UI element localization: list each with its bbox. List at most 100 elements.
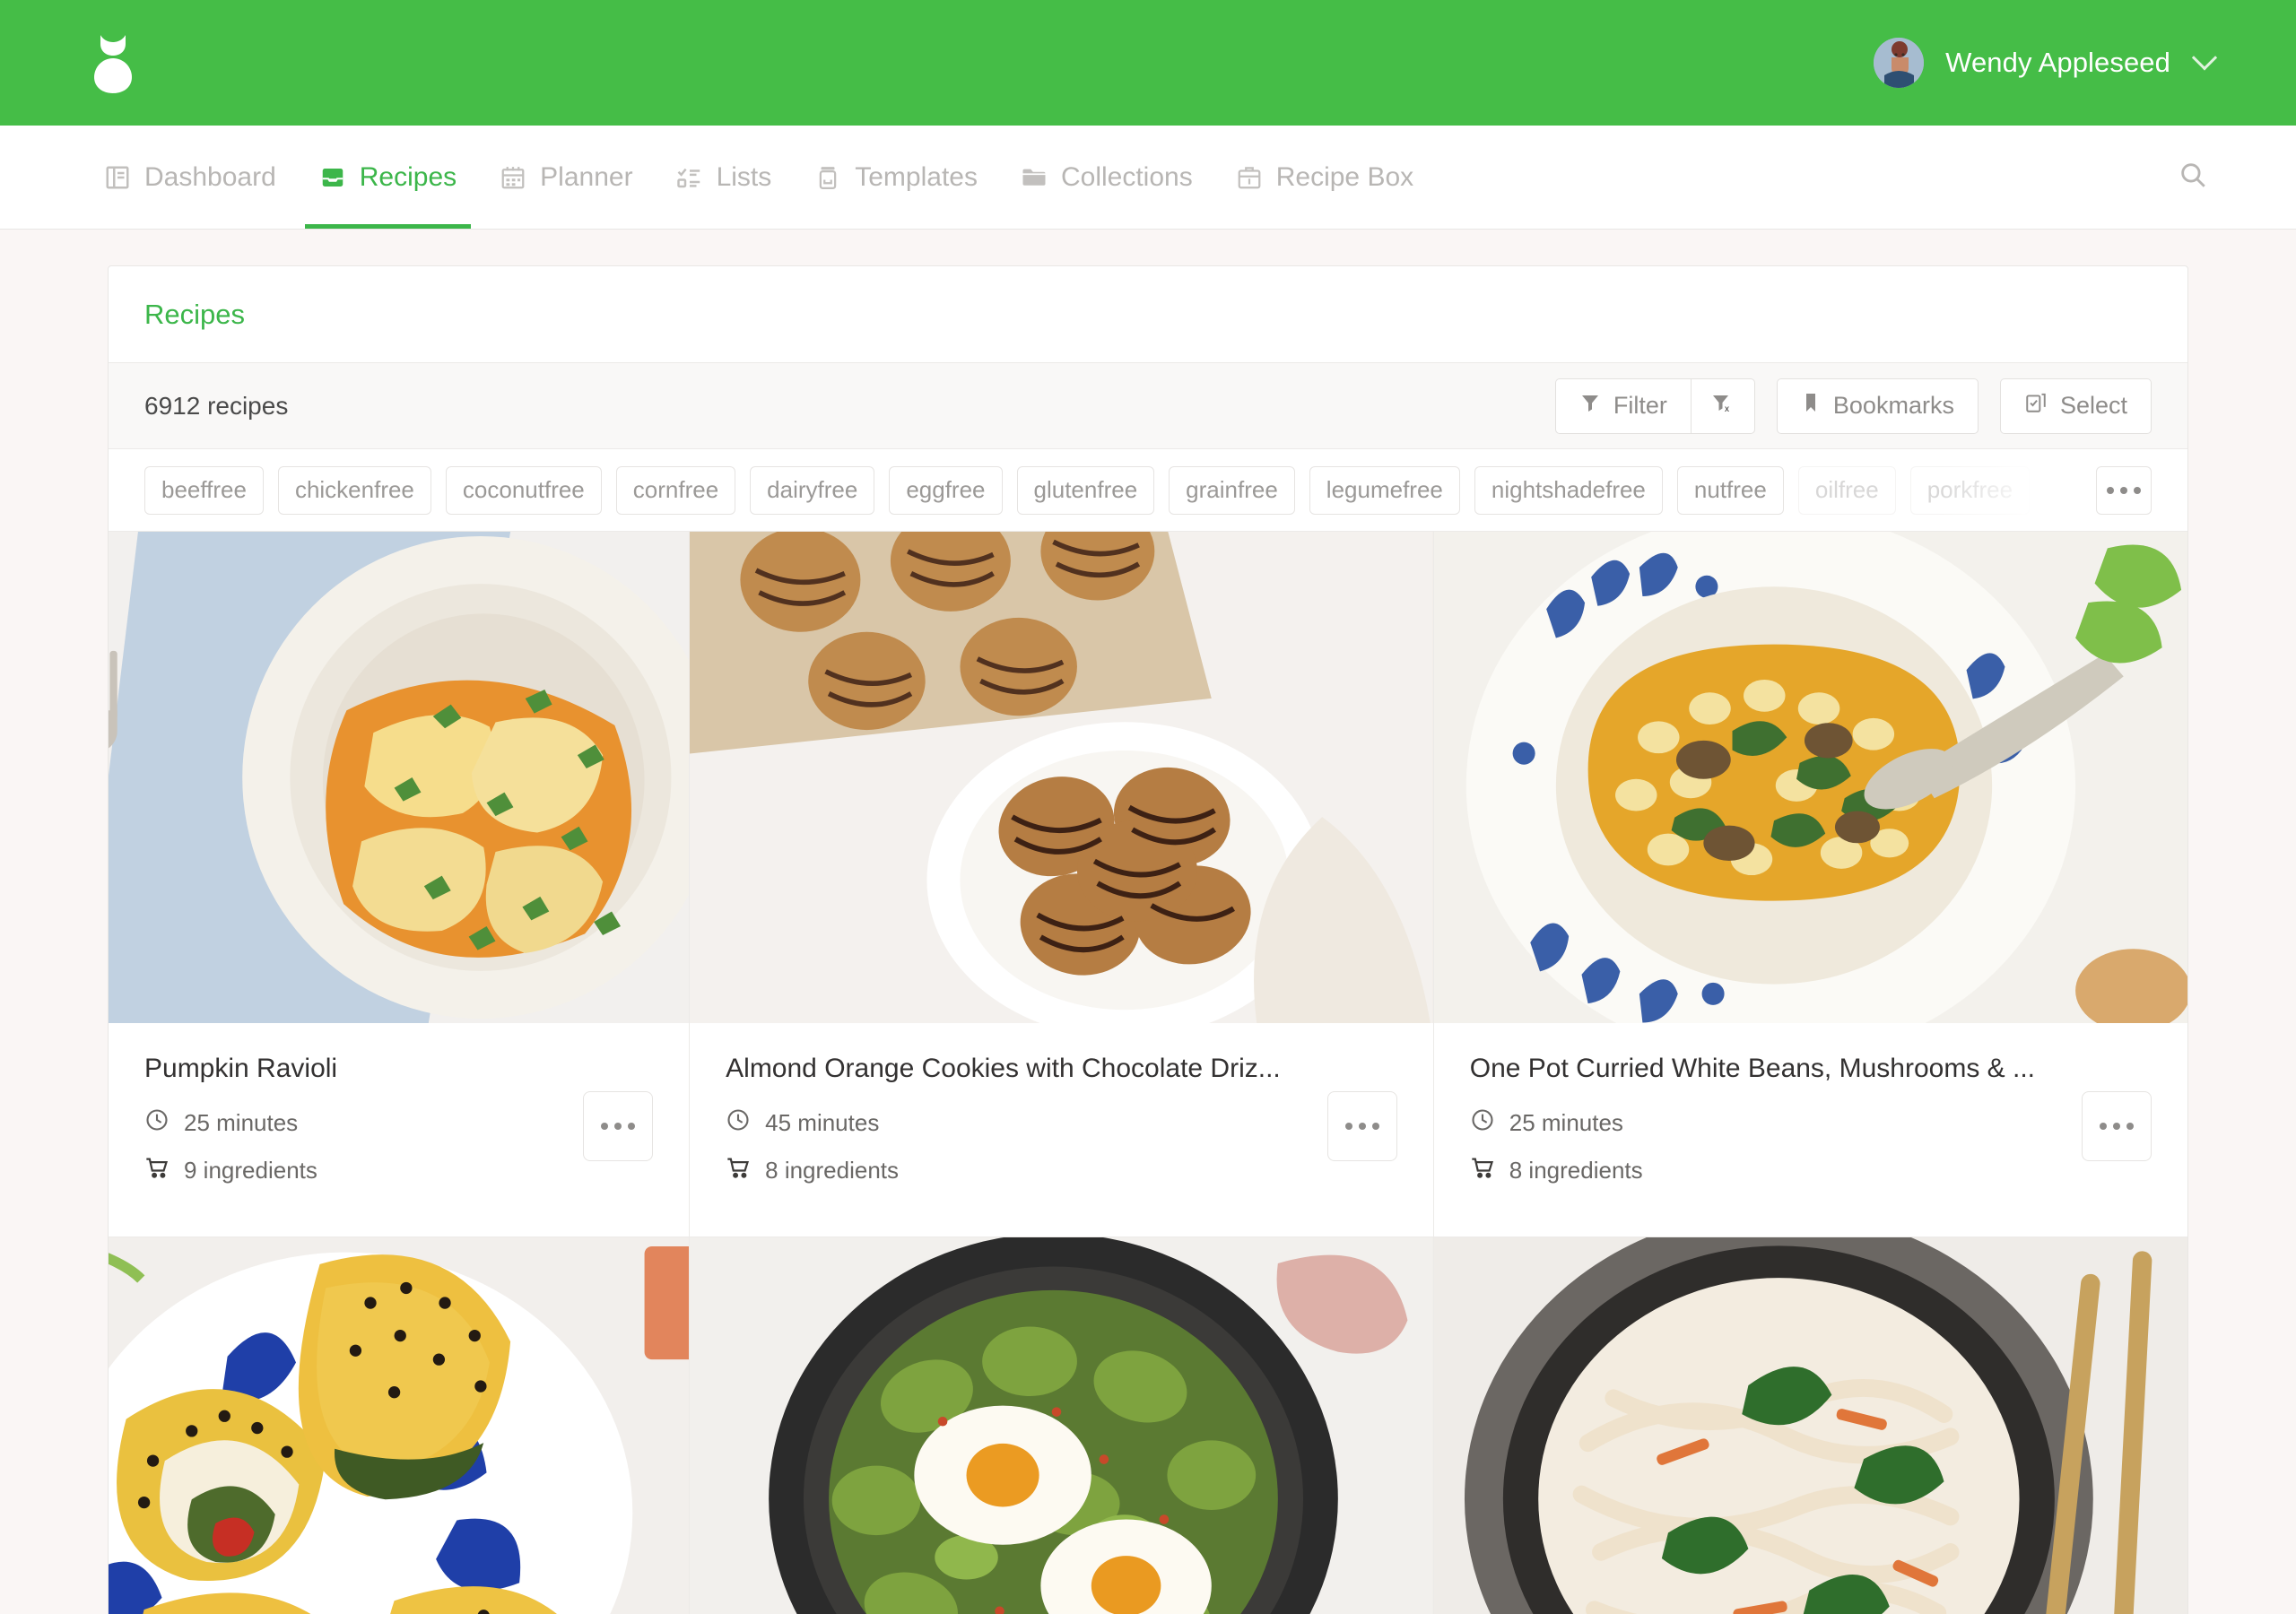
tag-glutenfree[interactable]: glutenfree	[1016, 465, 1155, 515]
recipe-title: Almond Orange Cookies with Chocolate Dri…	[726, 1054, 1281, 1083]
recipe-card[interactable]: One Pot Curried White Beans, Mushrooms &…	[1433, 532, 2187, 1237]
recipe-ingredients-label: 9 ingredients	[184, 1157, 317, 1184]
shopping-cart-icon	[1470, 1155, 1495, 1186]
tags-more-button[interactable]	[2096, 465, 2152, 515]
almond-orange-cookies-photo	[690, 532, 1433, 1023]
recipes-toolbar: 6912 recipes Filter x Bookmarks Select	[109, 363, 2187, 449]
recipe-title: Pumpkin Ravioli	[144, 1054, 338, 1083]
clock-icon	[1470, 1107, 1495, 1139]
tag-nutfree[interactable]: nutfree	[1676, 465, 1784, 515]
nav-label-recipe-box: Recipe Box	[1275, 161, 1414, 192]
tag-legumefree[interactable]: legumefree	[1309, 465, 1460, 515]
recipe-image	[690, 1237, 1433, 1614]
tag-dairyfree[interactable]: dairyfree	[750, 465, 875, 515]
bookmarks-button[interactable]: Bookmarks	[1776, 377, 1979, 434]
recipe-image	[1433, 532, 2187, 1023]
tag-porkfree[interactable]: porkfree	[1909, 465, 2031, 515]
curried-white-beans-photo	[1433, 532, 2187, 1023]
onion-bulb-logo-icon	[94, 35, 132, 93]
tag-beeffree[interactable]: beeffree	[144, 465, 264, 515]
search-icon	[2178, 160, 2208, 195]
tag-nightshadefree[interactable]: nightshadefree	[1474, 465, 1663, 515]
tag-coconutfree[interactable]: coconutfree	[445, 465, 602, 515]
user-menu[interactable]: Wendy Appleseed	[1874, 38, 2218, 88]
recipe-time-label: 25 minutes	[1509, 1109, 1623, 1136]
recipes-panel: Recipes 6912 recipes Filter x Bookmarks …	[108, 265, 2188, 1614]
recipe-ingredients: 8 ingredients	[1470, 1155, 2152, 1186]
ellipsis-icon	[601, 1123, 636, 1130]
recipe-more-button[interactable]	[1326, 1091, 1397, 1161]
recipe-more-button[interactable]	[2082, 1091, 2152, 1161]
page-content: Recipes 6912 recipes Filter x Bookmarks …	[0, 230, 2296, 1614]
funnel-clear-icon: x	[1711, 392, 1735, 420]
spinach-pastry-rolls-photo	[109, 1237, 690, 1614]
nav-item-templates[interactable]: Templates	[793, 126, 999, 229]
recipe-image	[690, 532, 1433, 1023]
tag-cornfree[interactable]: cornfree	[615, 465, 736, 515]
recipe-box-icon	[1236, 164, 1263, 191]
dashboard-icon	[104, 164, 131, 191]
tag-chickenfree[interactable]: chickenfree	[277, 465, 431, 515]
recipe-card[interactable]	[1433, 1237, 2187, 1614]
funnel-icon	[1579, 392, 1601, 420]
recipe-time: 25 minutes	[144, 1107, 653, 1139]
recipe-time-label: 25 minutes	[184, 1109, 299, 1136]
nav-item-lists[interactable]: Lists	[655, 126, 794, 229]
search-button[interactable]	[2172, 126, 2213, 229]
filter-button-group: Filter x	[1554, 377, 1755, 434]
select-label: Select	[2059, 392, 2127, 419]
nav-label-dashboard: Dashboard	[144, 161, 276, 192]
recipe-ingredients: 8 ingredients	[726, 1155, 1397, 1186]
recipe-ingredients-label: 8 ingredients	[765, 1157, 900, 1184]
recipe-ingredients: 9 ingredients	[144, 1155, 653, 1186]
recipe-time: 45 minutes	[726, 1107, 1397, 1139]
nav-item-collections[interactable]: Collections	[999, 126, 1214, 229]
page-title: Recipes	[144, 298, 245, 330]
main-navigation: Dashboard Recipes Planner Lists Template…	[0, 126, 2296, 230]
nav-item-recipes[interactable]: Recipes	[298, 126, 478, 229]
jar-icon	[814, 164, 841, 191]
nav-item-recipe-box[interactable]: Recipe Box	[1214, 126, 1435, 229]
ellipsis-icon	[1344, 1123, 1379, 1130]
svg-text:x: x	[1725, 404, 1729, 413]
avatar	[1874, 38, 1925, 88]
brussels-sprouts-skillet-eggs-photo	[690, 1237, 1433, 1614]
checklist-icon	[676, 164, 703, 191]
recipe-more-button[interactable]	[583, 1091, 654, 1161]
recipe-card[interactable]	[690, 1237, 1434, 1614]
recipe-image	[1433, 1237, 2187, 1614]
app-logo[interactable]	[86, 30, 140, 96]
recipe-time: 25 minutes	[1470, 1107, 2152, 1139]
nav-items: Dashboard Recipes Planner Lists Template…	[86, 126, 1435, 229]
panel-header: Recipes	[109, 266, 2187, 363]
nav-item-dashboard[interactable]: Dashboard	[86, 126, 298, 229]
recipe-card[interactable]: Pumpkin Ravioli 25 minutes 9 ingredients	[109, 532, 691, 1237]
user-avatar-icon	[1874, 38, 1925, 88]
recipes-tray-icon	[319, 164, 346, 191]
select-button[interactable]: Select	[1999, 377, 2152, 434]
tag-eggfree[interactable]: eggfree	[889, 465, 1003, 515]
filter-label: Filter	[1613, 392, 1667, 419]
recipe-card[interactable]	[109, 1237, 691, 1614]
nav-item-planner[interactable]: Planner	[478, 126, 654, 229]
select-checkbox-icon	[2024, 391, 2048, 421]
bookmark-icon	[1801, 392, 1821, 420]
folder-icon	[1021, 164, 1048, 191]
recipe-card-body: Almond Orange Cookies with Chocolate Dri…	[690, 1023, 1433, 1237]
recipe-grid: Pumpkin Ravioli 25 minutes 9 ingredients…	[109, 532, 2187, 1614]
recipe-image	[109, 1237, 690, 1614]
nav-label-collections: Collections	[1060, 161, 1193, 192]
filter-button[interactable]: Filter	[1554, 377, 1691, 434]
app-header: Wendy Appleseed	[0, 0, 2296, 126]
tag-grainfree[interactable]: grainfree	[1169, 465, 1295, 515]
clear-filter-button[interactable]: x	[1690, 377, 1755, 434]
ellipsis-icon	[2107, 486, 2141, 494]
nav-label-planner: Planner	[540, 161, 633, 192]
nav-label-lists: Lists	[716, 161, 772, 192]
tag-oilfree[interactable]: oilfree	[1797, 465, 1896, 515]
toolbar-actions: Filter x Bookmarks Select	[1554, 377, 2152, 434]
bookmarks-label: Bookmarks	[1832, 392, 1954, 419]
chevron-down-icon	[2191, 45, 2218, 71]
recipe-card[interactable]: Almond Orange Cookies with Chocolate Dri…	[690, 532, 1434, 1237]
